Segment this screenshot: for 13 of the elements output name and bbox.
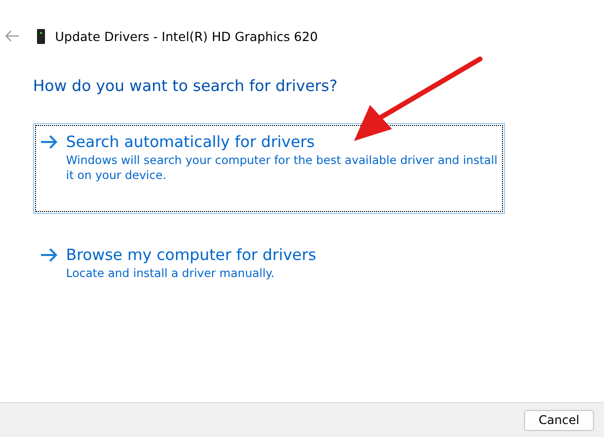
option-button[interactable]: Browse my computer for drivers Locate and install a driver manually. xyxy=(33,236,505,290)
option-title: Browse my computer for drivers xyxy=(66,245,316,265)
heading: How do you want to search for drivers? xyxy=(33,77,338,95)
window-title: Update Drivers - Intel(R) HD Graphics 620 xyxy=(55,28,318,44)
cancel-button[interactable]: Cancel xyxy=(524,410,594,430)
arrow-icon xyxy=(40,248,58,262)
option-description: Locate and install a driver manually. xyxy=(66,266,276,281)
back-arrow-icon[interactable] xyxy=(4,30,20,42)
option-title: Search automatically for drivers xyxy=(66,132,316,152)
arrow-icon xyxy=(40,135,58,149)
device-icon xyxy=(37,28,45,44)
option-button[interactable]: Search automatically for drivers Windows will search your computer for the best available driver and install it on your device. xyxy=(33,123,505,214)
option-description: Windows will search your computer for the best available driver and install it on your device. xyxy=(66,153,498,183)
